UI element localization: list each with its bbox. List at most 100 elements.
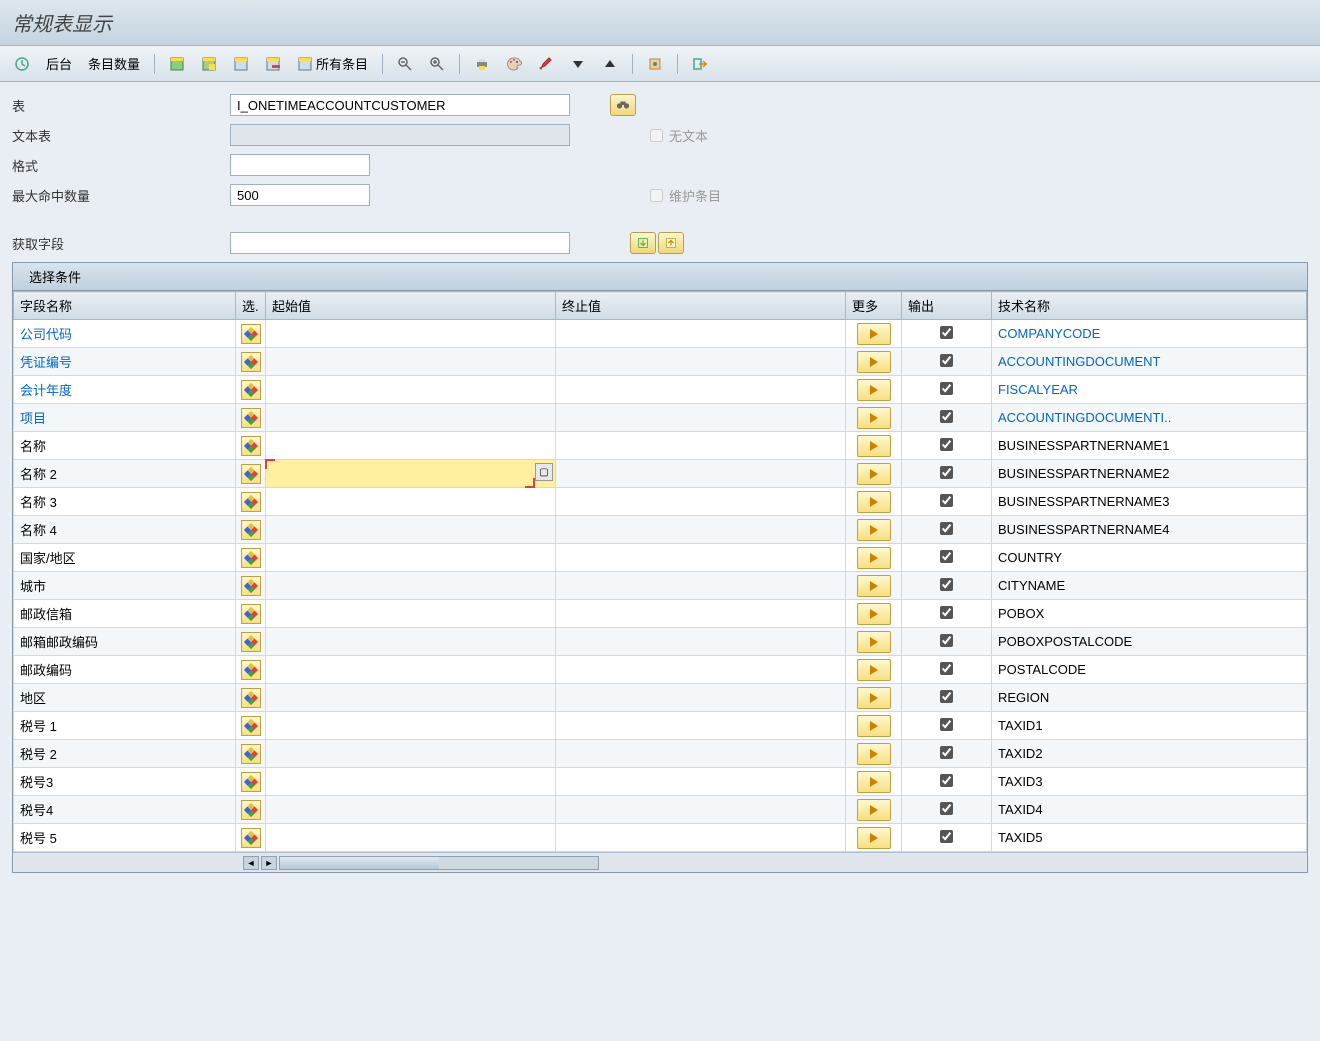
field-name-cell[interactable]: 地区 xyxy=(14,684,235,711)
to-value-cell[interactable] xyxy=(556,404,845,431)
output-checkbox[interactable] xyxy=(940,466,953,479)
from-value-input[interactable] xyxy=(266,460,555,487)
more-options-button[interactable] xyxy=(857,491,891,513)
field-name-cell[interactable]: 名称 2 xyxy=(14,460,235,487)
from-value-cell[interactable] xyxy=(266,432,555,459)
select-option-button[interactable] xyxy=(241,548,261,568)
from-value-cell[interactable] xyxy=(266,684,555,711)
to-value-cell[interactable] xyxy=(556,488,845,515)
tb-icon-1[interactable] xyxy=(163,52,191,76)
output-checkbox[interactable] xyxy=(940,522,953,535)
output-checkbox[interactable] xyxy=(940,690,953,703)
more-options-button[interactable] xyxy=(857,603,891,625)
sort-desc-button[interactable] xyxy=(564,52,592,76)
horizontal-scrollbar[interactable]: ◄ ► xyxy=(13,852,1307,872)
from-value-cell[interactable] xyxy=(266,768,555,795)
field-name-cell[interactable]: 国家/地区 xyxy=(14,544,235,571)
more-options-button[interactable] xyxy=(857,631,891,653)
scroll-thumb[interactable] xyxy=(280,857,439,869)
output-checkbox[interactable] xyxy=(940,382,953,395)
exit-button[interactable] xyxy=(686,52,714,76)
from-value-cell[interactable] xyxy=(266,600,555,627)
field-name-cell[interactable]: 会计年度 xyxy=(14,376,235,403)
more-options-button[interactable] xyxy=(857,799,891,821)
more-options-button[interactable] xyxy=(857,687,891,709)
output-checkbox[interactable] xyxy=(940,606,953,619)
zoom-in-button[interactable] xyxy=(423,52,451,76)
zoom-out-button[interactable] xyxy=(391,52,419,76)
select-option-button[interactable] xyxy=(241,716,261,736)
from-value-cell[interactable] xyxy=(266,824,555,851)
to-value-cell[interactable] xyxy=(556,432,845,459)
select-option-button[interactable] xyxy=(241,688,261,708)
more-options-button[interactable] xyxy=(857,351,891,373)
from-value-cell[interactable] xyxy=(266,320,555,347)
tb-icon-2[interactable] xyxy=(195,52,223,76)
from-value-cell[interactable] xyxy=(266,712,555,739)
from-value-cell[interactable] xyxy=(266,404,555,431)
to-value-cell[interactable] xyxy=(556,628,845,655)
from-value-cell[interactable] xyxy=(266,740,555,767)
print-button[interactable] xyxy=(468,52,496,76)
from-value-cell[interactable] xyxy=(266,348,555,375)
format-input[interactable] xyxy=(230,154,370,176)
output-checkbox[interactable] xyxy=(940,634,953,647)
output-checkbox[interactable] xyxy=(940,578,953,591)
select-option-button[interactable] xyxy=(241,324,261,344)
to-value-cell[interactable] xyxy=(556,516,845,543)
from-value-cell[interactable] xyxy=(266,796,555,823)
from-value-cell[interactable] xyxy=(266,376,555,403)
field-name-cell[interactable]: 名称 3 xyxy=(14,488,235,515)
col-to[interactable]: 终止值 xyxy=(556,292,846,320)
more-options-button[interactable] xyxy=(857,715,891,737)
to-value-cell[interactable] xyxy=(556,376,845,403)
execute-button[interactable] xyxy=(8,52,36,76)
select-option-button[interactable] xyxy=(241,772,261,792)
scroll-track[interactable] xyxy=(279,856,599,870)
table-search-button[interactable] xyxy=(610,94,636,116)
output-checkbox[interactable] xyxy=(940,662,953,675)
select-option-button[interactable] xyxy=(241,408,261,428)
select-option-button[interactable] xyxy=(241,828,261,848)
to-value-cell[interactable] xyxy=(556,600,845,627)
more-options-button[interactable] xyxy=(857,519,891,541)
col-output[interactable]: 输出 xyxy=(902,292,992,320)
from-value-cell[interactable] xyxy=(266,488,555,515)
select-option-button[interactable] xyxy=(241,744,261,764)
field-name-cell[interactable]: 项目 xyxy=(14,404,235,431)
tool-button[interactable] xyxy=(641,52,669,76)
field-name-cell[interactable]: 邮箱邮政编码 xyxy=(14,628,235,655)
sort-asc-button[interactable] xyxy=(596,52,624,76)
more-options-button[interactable] xyxy=(857,379,891,401)
output-checkbox[interactable] xyxy=(940,494,953,507)
to-value-cell[interactable] xyxy=(556,712,845,739)
to-value-cell[interactable] xyxy=(556,544,845,571)
to-value-cell[interactable] xyxy=(556,572,845,599)
field-name-cell[interactable]: 邮政编码 xyxy=(14,656,235,683)
field-name-cell[interactable]: 公司代码 xyxy=(14,320,235,347)
from-value-cell[interactable] xyxy=(266,656,555,683)
to-value-cell[interactable] xyxy=(556,684,845,711)
field-name-cell[interactable]: 城市 xyxy=(14,572,235,599)
select-option-button[interactable] xyxy=(241,604,261,624)
max-hits-input[interactable] xyxy=(230,184,370,206)
select-option-button[interactable] xyxy=(241,576,261,596)
from-value-cell[interactable] xyxy=(266,628,555,655)
more-options-button[interactable] xyxy=(857,435,891,457)
tb-icon-4[interactable] xyxy=(259,52,287,76)
select-option-button[interactable] xyxy=(241,436,261,456)
to-value-cell[interactable] xyxy=(556,320,845,347)
col-tech[interactable]: 技术名称 xyxy=(992,292,1307,320)
to-value-cell[interactable] xyxy=(556,460,845,487)
background-button[interactable]: 后台 xyxy=(40,50,78,77)
more-options-button[interactable] xyxy=(857,659,891,681)
output-checkbox[interactable] xyxy=(940,746,953,759)
to-value-cell[interactable] xyxy=(556,348,845,375)
output-checkbox[interactable] xyxy=(940,830,953,843)
to-value-cell[interactable] xyxy=(556,740,845,767)
field-name-cell[interactable]: 税号 2 xyxy=(14,740,235,767)
output-checkbox[interactable] xyxy=(940,326,953,339)
get-field-input[interactable] xyxy=(230,232,570,254)
field-name-cell[interactable]: 税号3 xyxy=(14,768,235,795)
output-checkbox[interactable] xyxy=(940,802,953,815)
